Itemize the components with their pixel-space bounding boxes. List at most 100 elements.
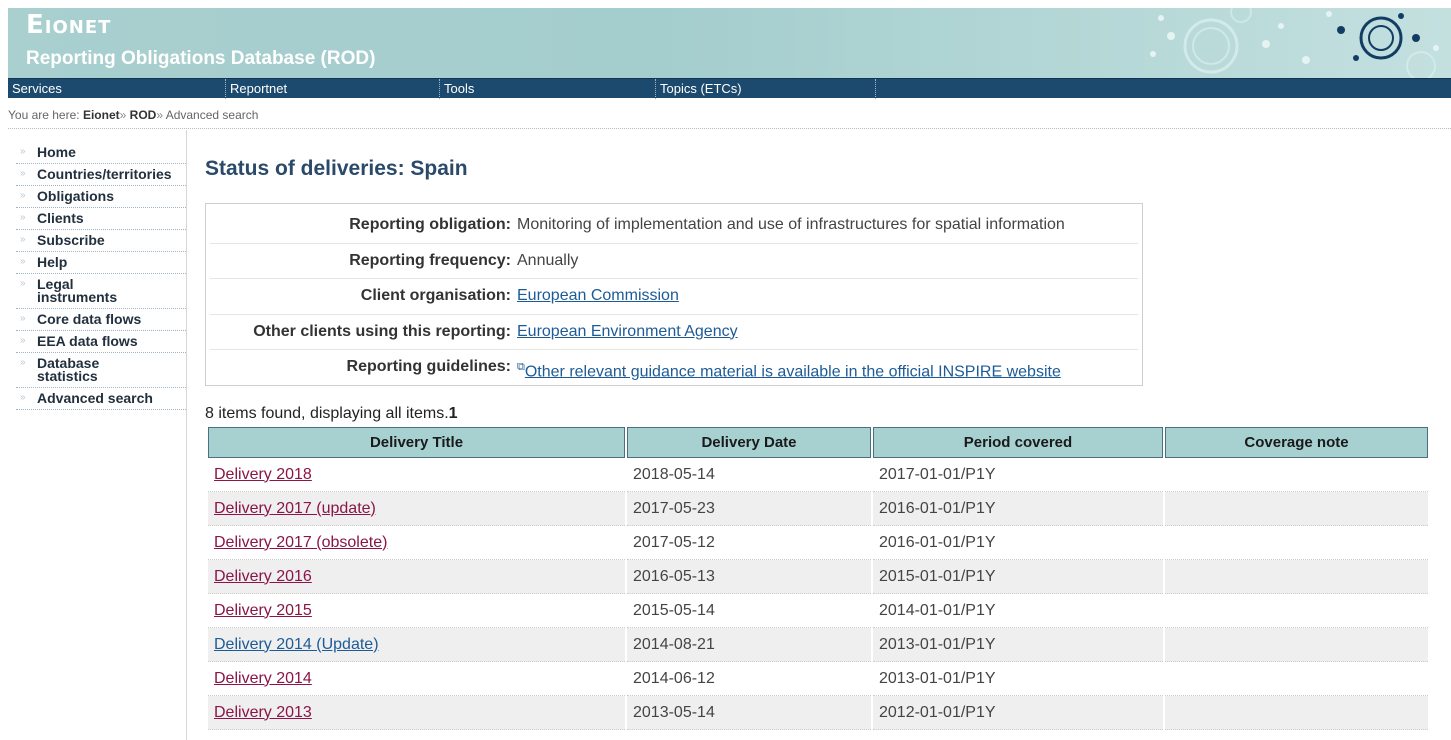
chevron-right-icon: » [20, 212, 26, 223]
menu-item-label: Home [37, 144, 76, 160]
cell-period: 2014-01-01/P1Y [873, 594, 1163, 628]
breadcrumb-separator: » [119, 108, 127, 122]
menu-item-eea-data-flows[interactable]: » EEA data flows [16, 331, 186, 353]
menu-item-advanced-search[interactable]: » Advanced search [16, 388, 186, 410]
info-value: European Environment Agency [517, 315, 738, 350]
left-column: » Home » Countries/territories » Obligation… [8, 130, 187, 740]
delivery-link[interactable]: Delivery 2014 [214, 670, 312, 687]
cell-date: 2017-05-23 [627, 492, 871, 526]
site-name[interactable]: Eionet [26, 10, 111, 40]
menu-item-label: Advanced search [37, 390, 153, 406]
menu-item-legal-instruments[interactable]: » Legal instruments [16, 274, 186, 309]
cell-note [1165, 594, 1428, 628]
delivery-link[interactable]: Delivery 2016 [214, 568, 312, 585]
site-header: Eionet Reporting Obligations Database (R… [8, 8, 1451, 78]
cell-title: Delivery 2013 [208, 696, 625, 730]
breadcrumb-prefix: You are here: [8, 108, 80, 122]
cell-note [1165, 526, 1428, 560]
items-found-text: 8 items found, displaying all items. [205, 405, 449, 422]
delivery-link[interactable]: Delivery 2017 (obsolete) [214, 534, 387, 551]
nav-topics[interactable]: Topics (ETCs) [656, 79, 876, 99]
cell-title: Delivery 2014 (Update) [208, 628, 625, 662]
cell-note [1165, 696, 1428, 730]
items-found-summary: 8 items found, displaying all items.1 [205, 405, 458, 423]
cell-title: Delivery 2014 [208, 662, 625, 696]
table-row: Delivery 2018 2018-05-14 2017-01-01/P1Y [208, 458, 1428, 492]
delivery-link[interactable]: Delivery 2015 [214, 602, 312, 619]
client-link[interactable]: European Commission [517, 287, 679, 304]
cell-title: Delivery 2018 [208, 458, 625, 492]
guidelines-link[interactable]: Other relevant guidance material is avai… [525, 363, 1061, 380]
cell-period: 2012-01-01/P1Y [873, 696, 1163, 730]
table-row: Delivery 2017 (update) 2017-05-23 2016-01-… [208, 492, 1428, 526]
chevron-right-icon: » [20, 190, 26, 201]
info-value: ⧉Other relevant guidance material is ava… [517, 350, 1061, 385]
breadcrumb-separator: » [156, 108, 164, 122]
top-navbar: Services Reportnet Tools Topics (ETCs) [8, 78, 1451, 99]
breadcrumb-rod[interactable]: ROD [130, 108, 157, 122]
delivery-link[interactable]: Delivery 2018 [214, 466, 312, 483]
menu-item-obligations[interactable]: » Obligations [16, 186, 186, 208]
cell-note [1165, 662, 1428, 696]
menu-item-countries[interactable]: » Countries/territories [16, 164, 186, 186]
cell-period: 2013-01-01/P1Y [873, 662, 1163, 696]
info-row-client: Client organisation: European Commission [210, 279, 1138, 315]
menu-item-label: Subscribe [37, 232, 105, 248]
info-value: Annually [517, 251, 579, 269]
cell-note [1165, 458, 1428, 492]
header-decoration-icon [1150, 8, 1439, 78]
cell-period: 2017-01-01/P1Y [873, 458, 1163, 492]
site-subtitle[interactable]: Reporting Obligations Database (ROD) [26, 48, 375, 70]
chevron-right-icon: » [20, 392, 26, 403]
column-header-note[interactable]: Coverage note [1165, 427, 1428, 458]
cell-date: 2016-05-13 [627, 560, 871, 594]
info-value: European Commission [517, 279, 679, 314]
cell-note [1165, 560, 1428, 594]
info-label: Reporting obligation: [349, 216, 511, 233]
other-client-link[interactable]: European Environment Agency [517, 323, 738, 340]
nav-reportnet[interactable]: Reportnet [226, 79, 440, 99]
menu-item-subscribe[interactable]: » Subscribe [16, 230, 186, 252]
nav-tools[interactable]: Tools [440, 79, 656, 99]
menu-item-label: EEA data flows [37, 333, 138, 349]
table-row: Delivery 2015 2015-05-14 2014-01-01/P1Y [208, 594, 1428, 628]
column-header-date[interactable]: Delivery Date [627, 427, 871, 458]
menu-item-label: Database statistics [37, 355, 100, 384]
cell-note [1165, 628, 1428, 662]
table-row: Delivery 2016 2016-05-13 2015-01-01/P1Y [208, 560, 1428, 594]
cell-date: 2014-08-21 [627, 628, 871, 662]
menu-item-clients[interactable]: » Clients [16, 208, 186, 230]
breadcrumb-eionet[interactable]: Eionet [83, 108, 120, 122]
chevron-right-icon: » [20, 234, 26, 245]
delivery-link[interactable]: Delivery 2014 (Update) [214, 636, 379, 653]
column-header-title[interactable]: Delivery Title [208, 427, 625, 458]
chevron-right-icon: » [20, 278, 26, 289]
table-row: Delivery 2014 (Update) 2014-08-21 2013-01-… [208, 628, 1428, 662]
cell-note [1165, 492, 1428, 526]
info-row-obligation: Reporting obligation: Monitoring of impl… [210, 208, 1138, 244]
menu-item-database-statistics[interactable]: » Database statistics [16, 353, 186, 388]
delivery-link[interactable]: Delivery 2017 (update) [214, 500, 376, 517]
page-number[interactable]: 1 [449, 405, 458, 422]
cell-period: 2013-01-01/P1Y [873, 628, 1163, 662]
cell-date: 2018-05-14 [627, 458, 871, 492]
chevron-right-icon: » [20, 146, 26, 157]
cell-date: 2017-05-12 [627, 526, 871, 560]
column-header-period[interactable]: Period covered [873, 427, 1163, 458]
chevron-right-icon: » [20, 357, 26, 368]
left-menu: » Home » Countries/territories » Obligation… [16, 142, 186, 410]
menu-item-label: Obligations [37, 188, 114, 204]
cell-date: 2014-06-12 [627, 662, 871, 696]
cell-title: Delivery 2015 [208, 594, 625, 628]
info-value: Monitoring of implementation and use of … [517, 216, 1065, 233]
cell-title: Delivery 2016 [208, 560, 625, 594]
deliveries-table: Delivery Title Delivery Date Period cove… [206, 427, 1430, 730]
cell-date: 2015-05-14 [627, 594, 871, 628]
menu-item-core-data-flows[interactable]: » Core data flows [16, 309, 186, 331]
cell-title: Delivery 2017 (obsolete) [208, 526, 625, 560]
menu-item-home[interactable]: » Home [16, 142, 186, 164]
delivery-link[interactable]: Delivery 2013 [214, 704, 312, 721]
table-row: Delivery 2014 2014-06-12 2013-01-01/P1Y [208, 662, 1428, 696]
menu-item-help[interactable]: » Help [16, 252, 186, 274]
nav-services[interactable]: Services [8, 79, 226, 99]
